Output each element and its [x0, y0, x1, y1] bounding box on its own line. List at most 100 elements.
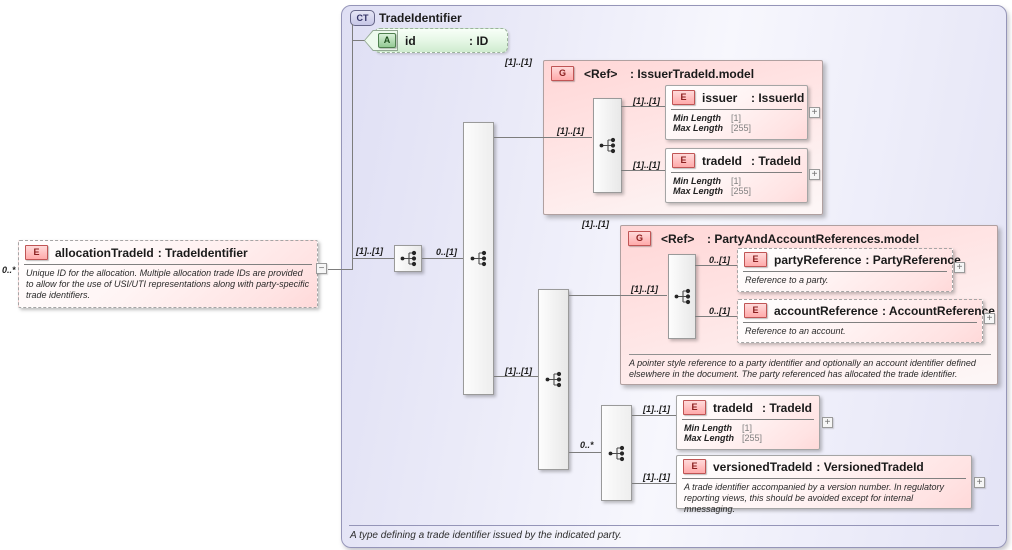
element-badge: E — [672, 153, 695, 168]
connector-line — [695, 316, 737, 317]
connector-line — [352, 24, 353, 270]
group-ref-label: <Ref> — [584, 66, 618, 81]
expand-button[interactable]: + — [954, 262, 965, 273]
element-name: partyReference — [774, 252, 862, 267]
cardinality-label: [1]..[1] — [505, 57, 532, 67]
facet-label: Max Length — [673, 123, 724, 133]
element-header: E versionedTradeId : VersionedTradeId — [677, 456, 971, 476]
element-name: tradeId — [713, 400, 754, 415]
element-tradeId[interactable]: E tradeId : TradeId Min Length [1] Max L… — [665, 148, 808, 203]
caption-divider — [349, 525, 999, 526]
facet-value: [1] — [742, 423, 753, 433]
cardinality-label: [1]..[1] — [356, 246, 383, 256]
connector-line — [569, 295, 667, 296]
element-versionedTradeId[interactable]: E versionedTradeId : VersionedTradeId A … — [676, 455, 972, 514]
connector-line — [621, 106, 665, 107]
connector-line — [569, 452, 601, 453]
inner-sequence-compositor[interactable] — [538, 289, 569, 470]
sequence-icon — [545, 371, 562, 388]
attribute-badge: A — [378, 33, 396, 48]
element-header: E tradeId : TradeId — [677, 396, 819, 417]
element-type: : PartyReference — [865, 252, 961, 267]
element-name: allocationTradeId — [55, 245, 154, 260]
element-header: E tradeId : TradeId — [666, 149, 807, 170]
group-type: : PartyAndAccountReferences.model — [707, 231, 920, 246]
expand-button[interactable]: + — [809, 107, 820, 118]
element-allocationTradeId[interactable]: E allocationTradeId : TradeIdentifier Un… — [18, 240, 318, 308]
element-header: E issuer : IssuerId — [666, 86, 807, 107]
facet-value: [255] — [731, 186, 752, 196]
cardinality-label: 0..[1] — [709, 255, 731, 265]
facet-label: Min Length — [673, 176, 721, 186]
complextype-caption: A type defining a trade identifier issue… — [350, 530, 622, 541]
group-header: G <Ref> : IssuerTradeId.model — [544, 61, 822, 86]
complextype-badge: CT — [350, 10, 375, 26]
connector-line — [422, 258, 463, 259]
element-annotation: Unique ID for the allocation. Multiple a… — [26, 268, 310, 300]
cardinality-label: [1]..[1] — [505, 366, 532, 376]
connector-line — [632, 483, 676, 484]
expand-button[interactable]: + — [809, 169, 820, 180]
element-type: : TradeId — [751, 153, 802, 168]
facet-value: [1] — [731, 113, 742, 123]
connector-line — [352, 40, 366, 41]
element-badge: E — [744, 303, 767, 318]
sequence-icon — [608, 444, 625, 462]
expand-button[interactable]: + — [822, 417, 833, 428]
sequence-icon — [673, 288, 691, 305]
optional-sequence-compositor[interactable] — [463, 122, 494, 395]
element-partyReference[interactable]: E partyReference : PartyReference Refere… — [737, 248, 961, 292]
facet-max-length: Max Length [255] — [673, 123, 800, 133]
facets: Min Length [1] Max Length [255] — [666, 110, 807, 133]
element-annotation: Reference to an account. — [745, 326, 846, 336]
facet-max-length: Max Length [255] — [684, 433, 812, 443]
element-header: E allocationTradeId : TradeIdentifier — [19, 241, 317, 262]
cardinality-label: 0..[1] — [436, 247, 458, 257]
facet-label: Min Length — [684, 423, 732, 433]
cardinality-label: [1]..[1] — [557, 126, 584, 136]
facet-label: Max Length — [684, 433, 735, 443]
group2-sequence-compositor[interactable] — [668, 254, 696, 339]
cardinality-label: [1]..[1] — [582, 219, 609, 229]
expand-button[interactable]: + — [984, 313, 995, 324]
connector-line — [328, 269, 353, 270]
element-badge: E — [744, 252, 767, 267]
facet-min-length: Min Length [1] — [673, 113, 800, 123]
group-badge: G — [628, 231, 651, 246]
element-name: tradeId — [702, 153, 743, 168]
connector-line — [494, 376, 538, 377]
sequence-icon — [470, 250, 487, 267]
connector-line — [632, 415, 676, 416]
root-sequence-compositor[interactable] — [394, 245, 422, 272]
cardinality-label: [1]..[1] — [633, 160, 660, 170]
schema-diagram: CT TradeIdentifier A type defining a tra… — [0, 0, 1012, 550]
element-tradeId-2[interactable]: E tradeId : TradeId Min Length [1] Max L… — [676, 395, 820, 450]
connector-line — [695, 265, 737, 266]
facet-min-length: Min Length [1] — [673, 176, 800, 186]
element-issuer[interactable]: E issuer : IssuerId Min Length [1] Max L… — [665, 85, 808, 140]
expand-button[interactable]: + — [974, 477, 985, 488]
element-type: : IssuerId — [751, 90, 805, 105]
element-annotation: Reference to a party. — [745, 275, 829, 285]
group-annotation: A pointer style reference to a party ide… — [629, 358, 976, 379]
element-accountReference[interactable]: E accountReference : AccountReference Re… — [737, 299, 995, 343]
group1-sequence-compositor[interactable] — [593, 98, 622, 193]
connector-line — [494, 137, 592, 138]
cardinality-label: [1]..[1] — [643, 404, 670, 414]
element-name: accountReference — [774, 303, 879, 318]
facet-max-length: Max Length [255] — [673, 186, 800, 196]
cardinality-label: 0..* — [580, 440, 594, 450]
cardinality-label: [1]..[1] — [643, 472, 670, 482]
facet-value: [255] — [731, 123, 752, 133]
facet-label: Min Length — [673, 113, 721, 123]
repeat-sequence-compositor[interactable] — [601, 405, 632, 501]
annotation-divider — [629, 354, 991, 355]
group-type: : IssuerTradeId.model — [630, 66, 755, 81]
cardinality-label: [1]..[1] — [633, 96, 660, 106]
facet-min-length: Min Length [1] — [684, 423, 812, 433]
collapse-button[interactable]: − — [316, 263, 327, 274]
element-badge: E — [672, 90, 695, 105]
element-header: E accountReference : AccountReference — [738, 300, 995, 320]
element-type: : AccountReference — [882, 303, 995, 318]
element-name: issuer — [702, 90, 738, 105]
